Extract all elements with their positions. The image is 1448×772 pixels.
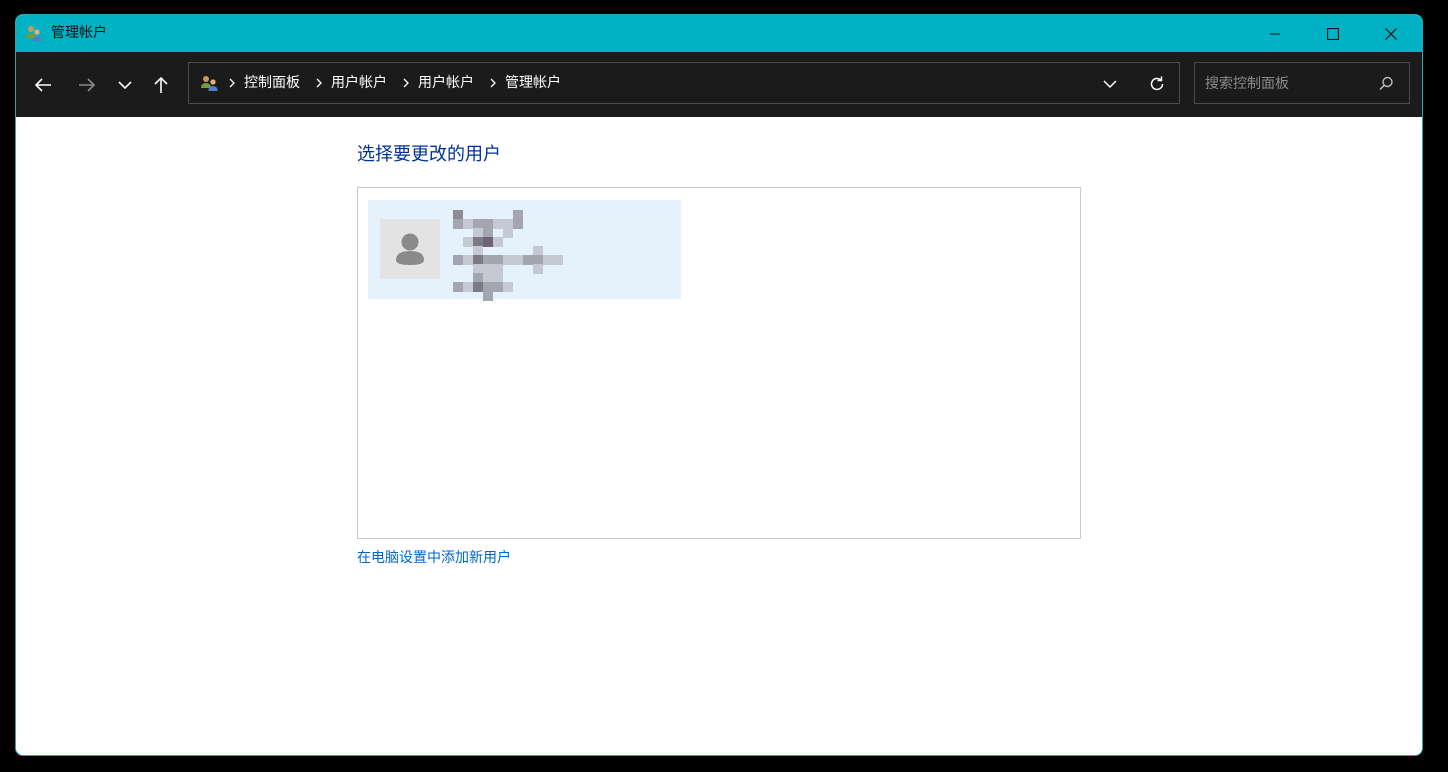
forward-icon [79, 78, 96, 92]
redaction-pixel [463, 219, 473, 229]
recent-locations-icon [118, 81, 132, 90]
redaction-pixel [483, 237, 493, 247]
search-input[interactable] [1203, 73, 1377, 95]
add-user-link[interactable]: 在电脑设置中添加新用户 [357, 549, 511, 567]
close-button[interactable] [1362, 15, 1420, 52]
refresh-button[interactable] [1142, 69, 1172, 99]
redaction-pixel [513, 219, 523, 229]
redaction-pixel [493, 237, 503, 247]
chevron-right-icon [403, 78, 409, 88]
back-button[interactable] [26, 68, 60, 102]
redaction-pixel [533, 264, 543, 274]
redaction-pixel [523, 255, 533, 265]
redaction-pixel [493, 219, 503, 229]
chevron-right-icon [229, 78, 235, 88]
redacted-user-details [453, 210, 563, 301]
redaction-pixel [463, 255, 473, 265]
address-bar[interactable]: 控制面板 用户帐户 用户帐户 管理帐户 [188, 62, 1180, 104]
redaction-pixel [463, 237, 473, 247]
redaction-pixel [453, 219, 463, 229]
forward-button[interactable] [70, 68, 104, 102]
title-bar[interactable]: 管理帐户 [16, 15, 1422, 52]
redaction-pixel [503, 228, 513, 238]
redaction-pixel [453, 255, 463, 265]
redaction-pixel [483, 291, 493, 301]
user-avatar-icon [396, 233, 424, 265]
main-content: 选择要更改的用户 在电脑设置中添加新用户 [16, 117, 1422, 755]
breadcrumb-manage-accounts[interactable]: 管理帐户 [505, 74, 561, 92]
redaction-pixel [513, 255, 523, 265]
chevron-right-icon [490, 78, 496, 88]
address-history-button[interactable] [1095, 69, 1125, 99]
breadcrumb-user-accounts-sub[interactable]: 用户帐户 [418, 74, 474, 92]
minimize-icon [1270, 33, 1280, 34]
redaction-pixel [463, 282, 473, 292]
maximize-button[interactable] [1304, 15, 1362, 52]
recent-locations-button[interactable] [108, 68, 142, 102]
redaction-pixel [553, 255, 563, 265]
avatar [380, 219, 440, 279]
redaction-pixel [503, 282, 513, 292]
up-icon [154, 76, 168, 93]
up-button[interactable] [144, 68, 178, 102]
chevron-down-icon [1103, 80, 1117, 89]
search-icon[interactable] [1377, 75, 1395, 93]
maximize-icon [1327, 27, 1339, 40]
user-accounts-icon [26, 26, 42, 41]
user-account-card[interactable] [368, 200, 681, 301]
redaction-pixel [503, 255, 513, 265]
redaction-pixel [543, 255, 553, 265]
back-icon [34, 78, 51, 92]
minimize-button[interactable] [1246, 15, 1304, 52]
redaction-pixel [493, 282, 503, 292]
breadcrumb-control-panel[interactable]: 控制面板 [244, 74, 300, 92]
close-icon [1385, 27, 1397, 40]
user-list [357, 187, 1081, 539]
chevron-right-icon [316, 78, 322, 88]
search-box[interactable] [1194, 62, 1410, 104]
breadcrumb-user-accounts[interactable]: 用户帐户 [331, 74, 387, 92]
redaction-pixel [453, 282, 463, 292]
page-heading: 选择要更改的用户 [357, 144, 501, 165]
app-window: 管理帐户 控制面板 用户帐户 用户帐户 管理帐户 搜索控制面板 选择要更改的用户… [15, 14, 1423, 756]
user-accounts-icon [201, 76, 218, 91]
refresh-icon [1150, 76, 1164, 91]
redaction-pixel [473, 282, 483, 292]
window-title: 管理帐户 [51, 25, 107, 41]
navigation-bar: 控制面板 用户帐户 用户帐户 管理帐户 [16, 52, 1422, 117]
